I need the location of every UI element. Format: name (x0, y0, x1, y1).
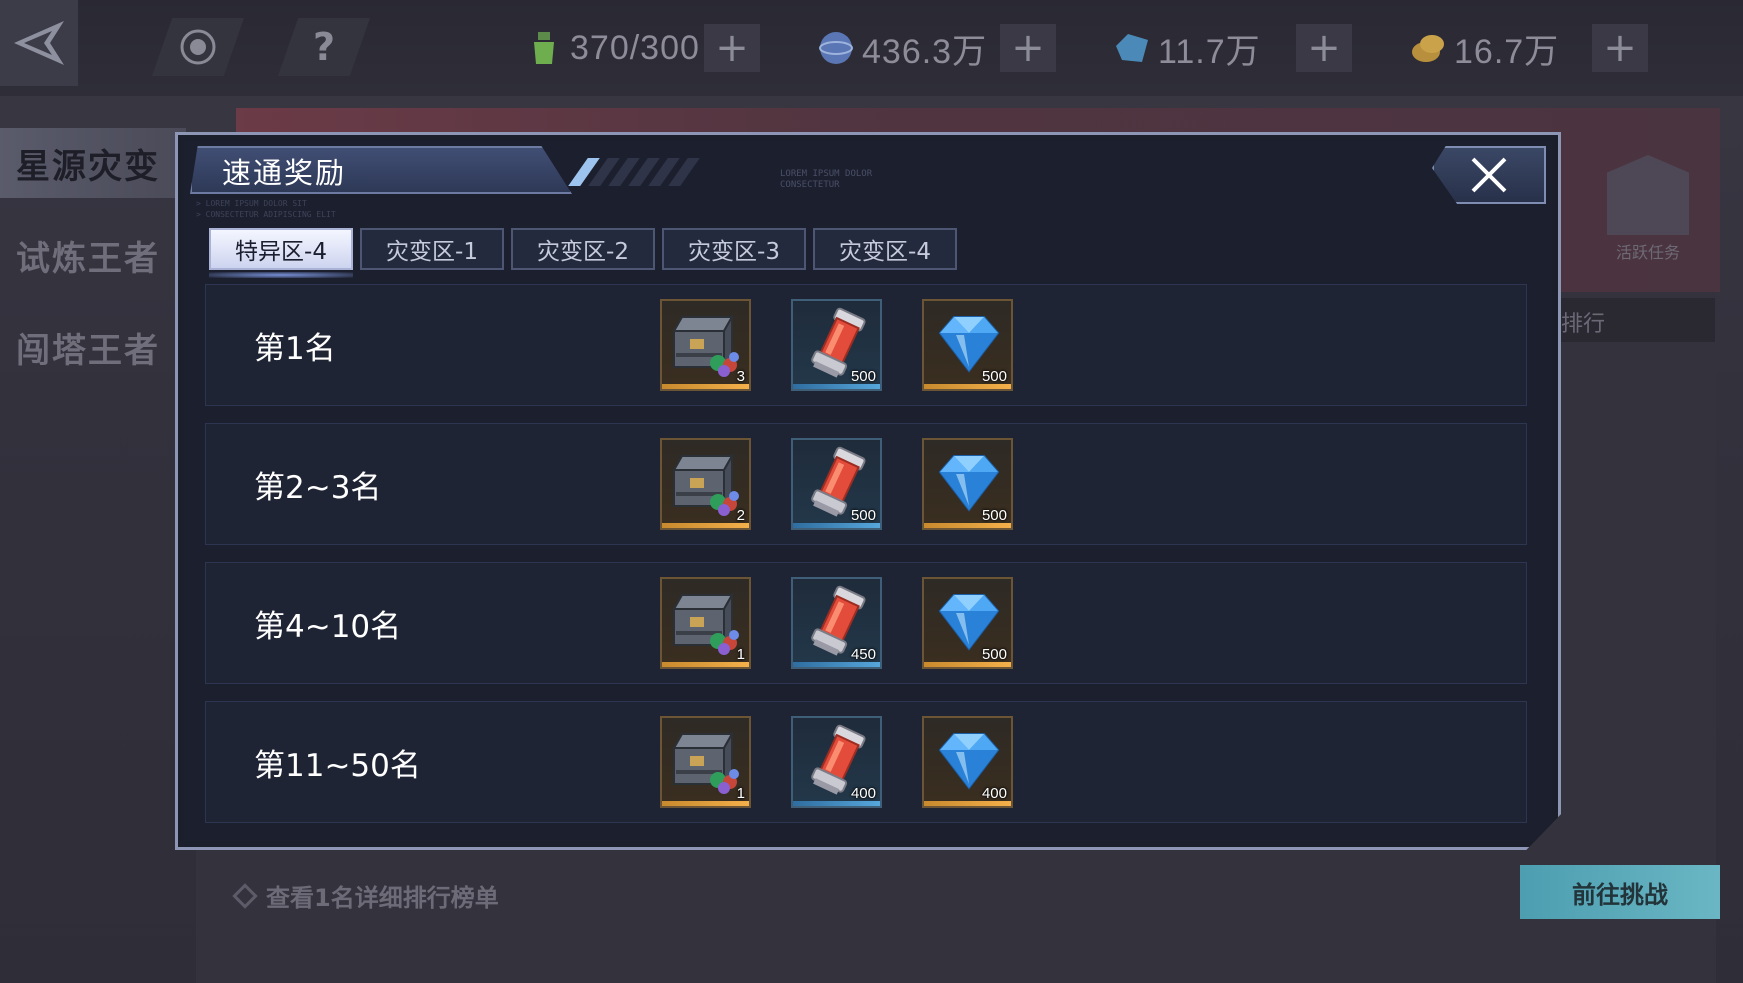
reward-row: 第2~3名 2 500 500 (205, 423, 1527, 545)
add-gold-button[interactable]: + (1592, 24, 1648, 72)
reward-quantity: 500 (981, 368, 1007, 385)
top-bar: ? 370/300 + 436.3万 + 11.7万 + 16.7万 + (0, 0, 1743, 96)
ranking-strip: 排行 (1555, 298, 1715, 342)
reward-items: 2 500 500 (660, 438, 1013, 530)
rank-label: 第4~10名 (254, 609, 402, 645)
energy-bottle-icon (534, 32, 554, 64)
game-screen: ? 370/300 + 436.3万 + 11.7万 + 16.7万 + 星源灾… (0, 0, 1743, 983)
side-nav-item-tower[interactable]: 闯塔王者 (0, 312, 186, 382)
reward-item-energy-capsule[interactable]: 500 (791, 438, 882, 530)
rank-label: 第1名 (254, 331, 336, 367)
back-button[interactable] (0, 0, 78, 86)
reward-quantity: 400 (850, 785, 876, 802)
globe-value: 436.3万 (862, 32, 988, 71)
reward-item-energy-capsule[interactable]: 500 (791, 299, 882, 391)
resource-gold: 16.7万 + (1408, 22, 1648, 74)
reward-item-diamond[interactable]: 500 (922, 438, 1013, 530)
reward-quantity: 1 (736, 646, 745, 663)
side-nav: 星源灾变 试炼王者 闯塔王者 (0, 128, 186, 404)
supply-chest-icon (672, 452, 739, 516)
crystal-value: 11.7万 (1158, 32, 1261, 71)
gold-value: 16.7万 (1454, 32, 1560, 71)
reward-item-energy-capsule[interactable]: 400 (791, 716, 882, 808)
active-task-label: 活跃任务 (1615, 243, 1680, 262)
supply-chest-icon (672, 730, 739, 794)
add-crystal-button[interactable]: + (1296, 24, 1352, 72)
record-icon (180, 29, 216, 65)
reward-quantity: 500 (850, 368, 876, 385)
reward-item-diamond[interactable]: 500 (922, 299, 1013, 391)
reward-row: 第4~10名 1 450 500 (205, 562, 1527, 684)
ranking-strip-label: 排行 (1561, 312, 1606, 337)
reward-row: 第11~50名 1 400 400 (205, 701, 1527, 823)
reward-quantity: 500 (981, 646, 1007, 663)
help-icon: ? (312, 25, 336, 69)
active-task-button[interactable]: 活跃任务 (1600, 155, 1696, 265)
rank-label: 第11~50名 (254, 748, 421, 784)
supply-chest-icon (672, 313, 739, 377)
gold-coin-icon (1412, 35, 1444, 62)
reward-items: 1 400 400 (660, 716, 1013, 808)
supply-chest-icon (672, 591, 739, 655)
reward-item-supply-chest[interactable]: 2 (660, 438, 751, 530)
reward-quantity: 500 (981, 507, 1007, 524)
reward-rows: 第1名 3 500 500 第2~3名 2 500 500 第4~10名 1 4… (205, 284, 1527, 840)
rank-label: 第2~3名 (254, 470, 382, 506)
active-tab-glow (209, 272, 353, 278)
resource-crystal: 11.7万 + (1112, 22, 1352, 74)
tab-disaster-zone-2[interactable]: 灾变区-2 (511, 228, 655, 270)
reward-item-energy-capsule[interactable]: 450 (791, 577, 882, 669)
record-button[interactable] (152, 18, 244, 76)
go-challenge-button[interactable]: 前往挑战 (1520, 865, 1720, 919)
reward-quantity: 500 (850, 507, 876, 524)
reward-quantity: 1 (736, 785, 745, 802)
reward-item-supply-chest[interactable]: 1 (660, 577, 751, 669)
blue-crystal-icon (1116, 34, 1148, 62)
title-stripes-decoration (568, 158, 700, 186)
reward-item-diamond[interactable]: 500 (922, 577, 1013, 669)
tab-disaster-zone-4[interactable]: 灾变区-4 (813, 228, 957, 270)
decor-lorem-top: LOREM IPSUM DOLOR CONSECTETUR (780, 169, 873, 190)
reward-item-supply-chest[interactable]: 1 (660, 716, 751, 808)
add-globe-button[interactable]: + (1000, 24, 1056, 72)
ranking-note: 查看1名详细排行榜单 (232, 878, 499, 913)
modal-title: 速通奖励 (222, 156, 347, 190)
reward-items: 3 500 500 (660, 299, 1013, 391)
help-button[interactable]: ? (278, 18, 370, 76)
zone-tabs: 特异区-4 灾变区-1 灾变区-2 灾变区-3 灾变区-4 (209, 228, 957, 270)
reward-item-diamond[interactable]: 400 (922, 716, 1013, 808)
energy-value: 370/300 (570, 28, 700, 67)
tab-disaster-zone-3[interactable]: 灾变区-3 (662, 228, 806, 270)
reward-quantity: 450 (850, 646, 876, 663)
reward-item-supply-chest[interactable]: 3 (660, 299, 751, 391)
reward-quantity: 2 (736, 507, 745, 524)
ranking-note-text: 查看1名详细排行榜单 (266, 884, 499, 912)
reward-row: 第1名 3 500 500 (205, 284, 1527, 406)
side-nav-item-trial[interactable]: 试炼王者 (0, 220, 186, 290)
side-nav-item-xingyuan[interactable]: 星源灾变 (0, 128, 186, 198)
reward-items: 1 450 500 (660, 577, 1013, 669)
resource-globe: 436.3万 + (816, 22, 1056, 74)
globe-currency-icon (819, 32, 853, 64)
back-arrow-icon (14, 21, 64, 65)
task-box-icon (1607, 155, 1689, 235)
add-energy-button[interactable]: + (704, 24, 760, 72)
resource-energy: 370/300 + (524, 22, 760, 74)
diamond-bullet-icon (232, 882, 258, 909)
decor-lorem-side: > LOREM IPSUM DOLOR SIT > CONSECTETUR AD… (196, 199, 336, 219)
tab-disaster-zone-1[interactable]: 灾变区-1 (360, 228, 504, 270)
reward-quantity: 400 (981, 785, 1007, 802)
tab-special-zone-4[interactable]: 特异区-4 (209, 228, 353, 270)
reward-quantity: 3 (736, 368, 745, 385)
close-icon (1471, 157, 1507, 193)
